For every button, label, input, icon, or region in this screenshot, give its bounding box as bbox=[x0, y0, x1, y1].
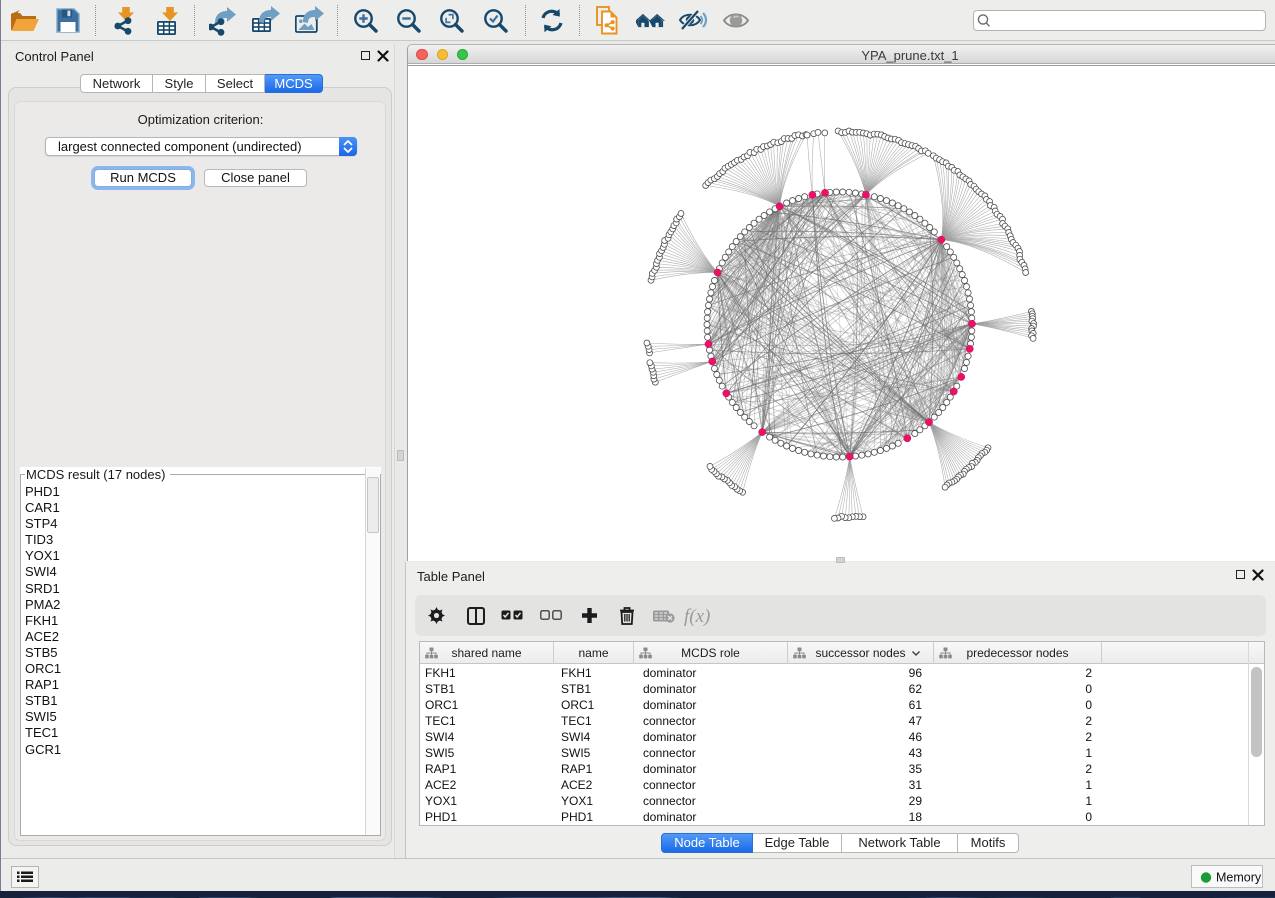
svg-text:Memory: Memory bbox=[1216, 871, 1262, 885]
svg-text:f(x): f(x) bbox=[684, 606, 710, 627]
